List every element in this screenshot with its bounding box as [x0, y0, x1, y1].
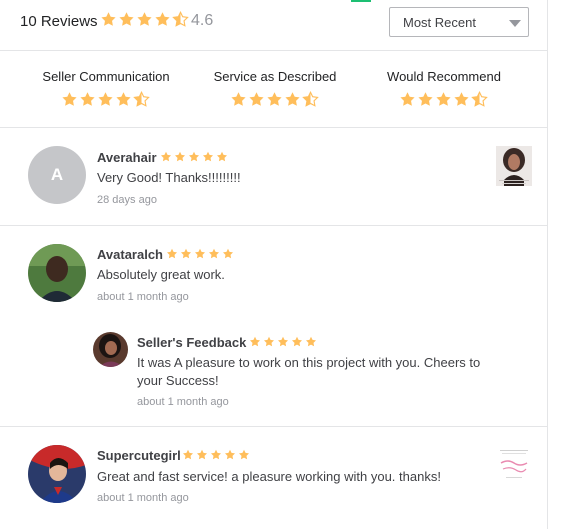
- seller-feedback-text: It was A pleasure to work on this projec…: [137, 355, 481, 388]
- reviews-header: 10 Reviews 4.6 Most Recent: [0, 0, 548, 51]
- star-icon: [160, 151, 172, 162]
- star-icon: [166, 248, 178, 259]
- breakdown-service-as-described: Service as Described: [195, 69, 355, 107]
- star-icon: [224, 449, 236, 460]
- review-item: Supercutegirl Great and fast service! a …: [0, 427, 548, 529]
- breakdown-would-recommend: Would Recommend: [364, 69, 524, 107]
- star-icon: [238, 449, 250, 460]
- rating-breakdown: Seller Communication Service as Describe…: [0, 52, 548, 128]
- star-icon: [115, 91, 132, 107]
- avatar[interactable]: A: [28, 146, 86, 204]
- star-icon: [230, 91, 247, 107]
- review-text: Absolutely great work.: [97, 267, 225, 282]
- seller-feedback-time: about 1 month ago: [137, 396, 229, 408]
- star-icon: [435, 91, 452, 107]
- star-icon: [277, 336, 289, 347]
- star-icon: [79, 91, 96, 107]
- star-icon: [399, 91, 416, 107]
- review-text: Great and fast service! a pleasure worki…: [97, 469, 441, 484]
- review-item: Avataralch Absolutely great work. about …: [0, 226, 548, 427]
- breakdown-label: Would Recommend: [387, 69, 501, 84]
- star-icon: [118, 11, 135, 27]
- star-icon: [202, 151, 214, 162]
- avatar[interactable]: [28, 445, 86, 503]
- star-icon: [194, 248, 206, 259]
- star-icon: [61, 91, 78, 107]
- review-time: about 1 month ago: [97, 492, 189, 504]
- half-star-icon: [471, 91, 488, 107]
- reviews-count: 10 Reviews: [20, 13, 98, 30]
- star-icon: [154, 11, 171, 27]
- overall-star-rating: [100, 11, 190, 27]
- star-icon: [263, 336, 275, 347]
- star-icon: [208, 248, 220, 259]
- avatar[interactable]: [28, 244, 86, 302]
- half-star-icon: [133, 91, 150, 107]
- star-icon: [417, 91, 434, 107]
- seller-feedback-title: Seller's Feedback: [137, 335, 247, 350]
- sort-selected-value: Most Recent: [403, 15, 476, 30]
- breakdown-label: Service as Described: [213, 69, 337, 84]
- star-icon: [453, 91, 470, 107]
- reviewer-name[interactable]: Avataralch: [97, 247, 163, 262]
- review-time: about 1 month ago: [97, 291, 189, 303]
- review-item: A Averahair Very Good! Thanks!!!!!!!!! 2…: [0, 129, 548, 226]
- review-stars: [166, 248, 234, 259]
- star-icon: [305, 336, 317, 347]
- star-icon: [100, 11, 117, 27]
- review-stars: [160, 151, 228, 162]
- star-icon: [266, 91, 283, 107]
- star-icon: [97, 91, 114, 107]
- breakdown-stars: [364, 91, 524, 107]
- seller-feedback-stars: [249, 336, 317, 347]
- half-star-icon: [302, 91, 319, 107]
- star-icon: [182, 449, 194, 460]
- reviewer-name[interactable]: Supercutegirl: [97, 448, 181, 463]
- star-icon: [174, 151, 186, 162]
- sort-dropdown[interactable]: Most Recent: [389, 7, 529, 37]
- breakdown-stars: [195, 91, 355, 107]
- star-icon: [210, 449, 222, 460]
- star-icon: [222, 248, 234, 259]
- seller-avatar[interactable]: [93, 332, 128, 367]
- star-icon: [196, 449, 208, 460]
- reviews-panel: 10 Reviews 4.6 Most Recent Seller Commun…: [0, 0, 548, 529]
- portfolio-thumbnail[interactable]: [496, 146, 532, 186]
- star-icon: [188, 151, 200, 162]
- half-star-icon: [172, 11, 189, 27]
- chevron-down-icon: [509, 20, 521, 27]
- star-icon: [248, 91, 265, 107]
- overall-rating-value: 4.6: [191, 12, 214, 29]
- portfolio-thumbnail[interactable]: [496, 447, 532, 487]
- review-time: 28 days ago: [97, 194, 157, 206]
- star-icon: [180, 248, 192, 259]
- breakdown-label: Seller Communication: [42, 69, 170, 84]
- star-icon: [291, 336, 303, 347]
- breakdown-seller-communication: Seller Communication: [26, 69, 186, 107]
- star-icon: [249, 336, 261, 347]
- review-stars: [182, 449, 250, 460]
- star-icon: [136, 11, 153, 27]
- star-icon: [284, 91, 301, 107]
- star-icon: [216, 151, 228, 162]
- breakdown-stars: [26, 91, 186, 107]
- review-text: Very Good! Thanks!!!!!!!!!: [97, 170, 241, 185]
- reviewer-name[interactable]: Averahair: [97, 150, 157, 165]
